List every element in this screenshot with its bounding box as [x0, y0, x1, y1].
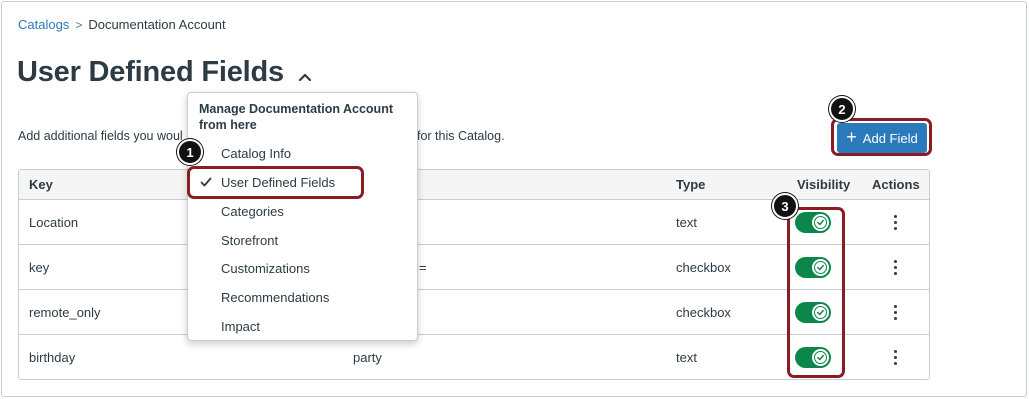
row-key: remote_only	[29, 304, 101, 320]
row-name: =	[419, 259, 427, 275]
column-header-visibility: Visibility	[797, 177, 851, 192]
intro-text-start: Add additional fields you woul	[18, 129, 183, 143]
step-marker-2: 2	[829, 96, 855, 122]
row-name: party	[353, 350, 382, 365]
add-field-highlight	[831, 118, 932, 156]
row-type: text	[676, 214, 697, 230]
row-type: checkbox	[676, 259, 731, 275]
page-title-toggle[interactable]: User Defined Fields	[17, 56, 314, 89]
more-options-icon[interactable]	[894, 214, 898, 230]
step-marker-1: 1	[177, 139, 203, 165]
column-header-key: Key	[29, 177, 53, 192]
column-header-actions: Actions	[872, 177, 920, 192]
actions-cell	[872, 200, 898, 244]
row-type: text	[676, 350, 697, 365]
actions-cell	[872, 335, 898, 379]
breadcrumb-current: Documentation Account	[88, 17, 226, 32]
menu-item-label: Storefront	[221, 233, 279, 248]
menu-item-customizations[interactable]: Customizations	[188, 254, 417, 283]
menu-item-label: Customizations	[221, 261, 310, 276]
more-options-icon[interactable]	[894, 259, 898, 275]
actions-cell	[872, 245, 898, 289]
menu-item-recommendations[interactable]: Recommendations	[188, 283, 417, 312]
row-key: birthday	[29, 350, 76, 365]
actions-cell	[872, 290, 898, 334]
menu-item-label: Categories	[221, 204, 284, 219]
column-header-type: Type	[676, 177, 706, 192]
menu-item-label: Recommendations	[221, 290, 330, 305]
breadcrumb-catalogs-link[interactable]: Catalogs	[18, 17, 69, 32]
menu-heading: Manage Documentation Account from here	[199, 102, 393, 132]
intro-text-end: for this Catalog.	[417, 129, 505, 143]
breadcrumb: Catalogs > Documentation Account	[18, 17, 226, 32]
page-title: User Defined Fields	[17, 56, 284, 88]
menu-item-label: Catalog Info	[221, 146, 292, 161]
menu-item-categories[interactable]: Categories	[188, 197, 417, 226]
chevron-right-icon: >	[75, 17, 83, 32]
menu-item-label: Impact	[221, 319, 261, 334]
row-type: checkbox	[676, 304, 731, 320]
step-marker-3: 3	[772, 193, 798, 219]
user-defined-fields-highlight	[187, 166, 364, 199]
more-options-icon[interactable]	[894, 350, 898, 365]
row-key: Location	[29, 214, 79, 230]
chevron-up-icon[interactable]	[296, 68, 314, 86]
manage-account-menu: Manage Documentation Account from here C…	[187, 92, 418, 341]
intro-text: Add additional fields you woul for this …	[18, 129, 505, 143]
menu-item-impact[interactable]: Impact	[188, 312, 417, 341]
menu-item-catalog-info[interactable]: Catalog Info	[188, 139, 417, 168]
more-options-icon[interactable]	[894, 304, 898, 320]
row-key: key	[29, 259, 50, 275]
menu-item-storefront[interactable]: Storefront	[188, 226, 417, 255]
visibility-highlight	[787, 207, 845, 378]
